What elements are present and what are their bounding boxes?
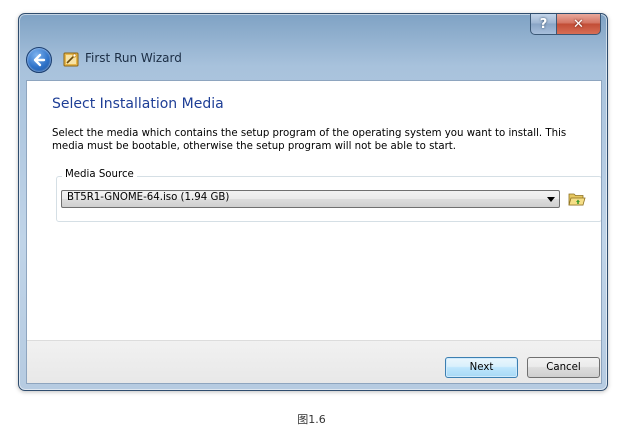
back-button[interactable] <box>26 47 52 73</box>
close-button[interactable]: ✕ <box>557 14 601 35</box>
page-description: Select the media which contains the setu… <box>52 128 567 152</box>
back-arrow-icon <box>33 53 46 67</box>
media-source-label: Media Source <box>62 169 137 180</box>
page-title: Select Installation Media <box>52 96 224 112</box>
button-bar: Next Cancel <box>27 340 601 383</box>
browse-media-button[interactable] <box>567 189 587 209</box>
wizard-window: ? ✕ First Run Wizard Select Installation… <box>18 13 608 391</box>
next-button[interactable]: Next <box>445 357 518 378</box>
chevron-down-icon <box>546 195 556 204</box>
media-source-group: Media Source BT5R1-GNOME-64.iso (1.94 GB… <box>56 169 601 222</box>
folder-open-icon <box>568 193 586 206</box>
caption-buttons: ? ✕ <box>530 14 601 35</box>
figure-caption: 图1.6 <box>297 413 326 426</box>
media-source-combobox[interactable]: BT5R1-GNOME-64.iso (1.94 GB) <box>61 190 560 208</box>
media-source-selected: BT5R1-GNOME-64.iso (1.94 GB) <box>67 192 230 203</box>
help-button[interactable]: ? <box>530 14 557 35</box>
wizard-icon <box>63 52 79 67</box>
cancel-button[interactable]: Cancel <box>527 357 600 378</box>
window-title: First Run Wizard <box>85 51 182 65</box>
wizard-page: Select Installation Media Select the med… <box>26 80 602 384</box>
